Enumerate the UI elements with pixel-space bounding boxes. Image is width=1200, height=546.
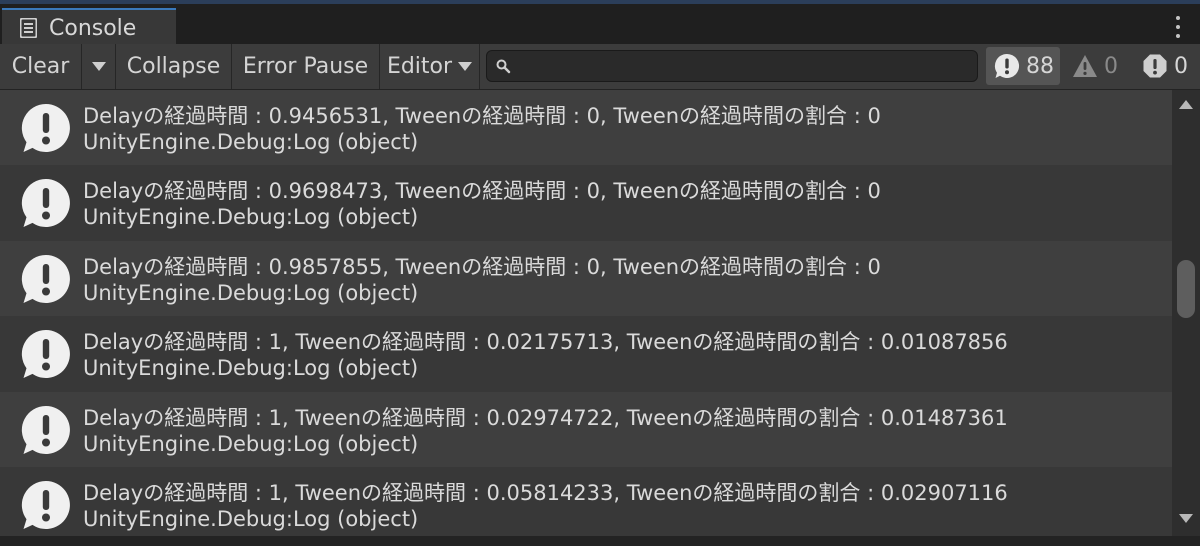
log-stacktrace: UnityEngine.Debug:Log (object)	[83, 356, 419, 380]
log-message: Delayの経過時間 : 0.9698473, Tweenの経過時間 : 0, …	[83, 179, 881, 203]
log-list: Delayの経過時間 : 0.9456531, Tweenの経過時間 : 0, …	[0, 90, 1200, 536]
warning-icon	[1072, 53, 1098, 79]
console-list-icon	[20, 18, 37, 38]
log-message: Delayの経過時間 : 0.9857855, Tweenの経過時間 : 0, …	[83, 255, 881, 279]
console-window: Console Clear Collapse Error Pause Edito…	[0, 0, 1200, 546]
log-stacktrace: UnityEngine.Debug:Log (object)	[83, 130, 419, 154]
log-entry[interactable]: Delayの経過時間 : 1, Tweenの経過時間 : 0.02974722,…	[0, 392, 1172, 467]
info-message-icon	[20, 479, 72, 531]
clear-button[interactable]: Clear	[0, 44, 82, 89]
info-message-icon	[994, 53, 1020, 79]
vertical-scrollbar[interactable]	[1172, 90, 1200, 536]
more-options-icon[interactable]	[1174, 16, 1182, 38]
info-message-icon	[20, 177, 72, 229]
collapse-button[interactable]: Collapse	[116, 44, 232, 89]
log-entry[interactable]: Delayの経過時間 : 0.9698473, Tweenの経過時間 : 0, …	[0, 165, 1172, 240]
clear-options-dropdown[interactable]	[82, 44, 116, 89]
tab-bar: Console	[0, 4, 1200, 46]
info-message-icon	[20, 102, 72, 154]
collapse-button-label: Collapse	[126, 54, 221, 79]
log-stacktrace: UnityEngine.Debug:Log (object)	[83, 432, 419, 456]
error-pause-button-label: Error Pause	[242, 54, 369, 79]
search-icon	[495, 58, 511, 74]
error-count-toggle[interactable]: 0	[1134, 47, 1196, 85]
log-message: Delayの経過時間 : 1, Tweenの経過時間 : 0.05814233,…	[83, 481, 1008, 505]
scroll-down-arrow-icon[interactable]	[1179, 514, 1193, 523]
chevron-down-icon	[458, 62, 473, 71]
error-pause-button[interactable]: Error Pause	[232, 44, 380, 89]
log-entry[interactable]: Delayの経過時間 : 0.9857855, Tweenの経過時間 : 0, …	[0, 241, 1172, 316]
clear-button-label: Clear	[11, 54, 70, 79]
info-message-icon	[20, 328, 72, 380]
tab-console-label: Console	[49, 15, 137, 41]
detail-pane-splitter[interactable]	[0, 536, 1200, 546]
warning-count: 0	[1104, 53, 1118, 79]
editor-dropdown[interactable]: Editor	[380, 44, 480, 89]
log-stacktrace: UnityEngine.Debug:Log (object)	[83, 205, 419, 229]
editor-dropdown-label: Editor	[386, 54, 453, 79]
error-count: 0	[1174, 53, 1188, 79]
scroll-up-arrow-icon[interactable]	[1179, 100, 1193, 109]
search-input[interactable]	[515, 52, 977, 80]
scrollbar-thumb[interactable]	[1177, 260, 1195, 318]
log-entry[interactable]: Delayの経過時間 : 0.9456531, Tweenの経過時間 : 0, …	[0, 90, 1172, 165]
warning-count-toggle[interactable]: 0	[1064, 47, 1130, 85]
log-stacktrace: UnityEngine.Debug:Log (object)	[83, 281, 419, 305]
log-message: Delayの経過時間 : 1, Tweenの経過時間 : 0.02175713,…	[83, 330, 1008, 354]
info-message-icon	[20, 253, 72, 305]
console-toolbar: Clear Collapse Error Pause Editor 88 0 0	[0, 44, 1200, 90]
error-icon	[1142, 53, 1168, 79]
chevron-down-icon	[91, 62, 106, 71]
log-stacktrace: UnityEngine.Debug:Log (object)	[83, 507, 419, 531]
search-field[interactable]	[486, 50, 978, 82]
info-message-icon	[20, 404, 72, 456]
log-message: Delayの経過時間 : 1, Tweenの経過時間 : 0.02974722,…	[83, 406, 1008, 430]
log-message: Delayの経過時間 : 0.9456531, Tweenの経過時間 : 0, …	[83, 104, 881, 128]
log-entry[interactable]: Delayの経過時間 : 1, Tweenの経過時間 : 0.02175713,…	[0, 316, 1172, 391]
info-count-toggle[interactable]: 88	[986, 47, 1060, 85]
info-count: 88	[1026, 53, 1054, 79]
log-entry[interactable]: Delayの経過時間 : 1, Tweenの経過時間 : 0.05814233,…	[0, 467, 1172, 536]
tab-console[interactable]: Console	[2, 8, 176, 46]
